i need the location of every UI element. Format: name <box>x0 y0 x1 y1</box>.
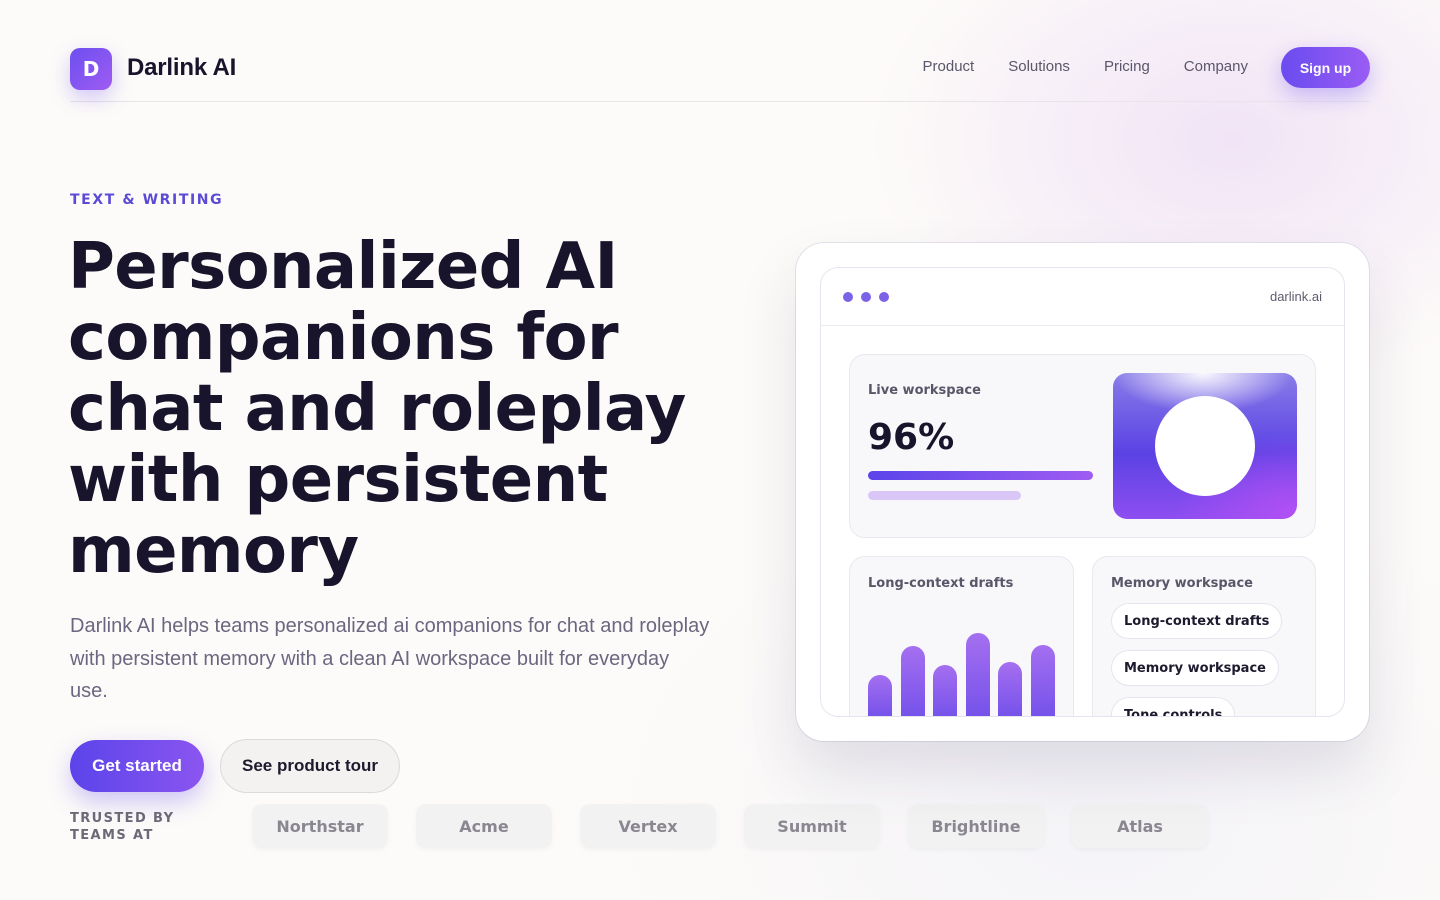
brand-name[interactable]: Darlink AI <box>127 54 236 82</box>
customer-logos: Northstar Acme Vertex Summit Brightline … <box>252 804 1208 848</box>
customer-logo-vertex: Vertex <box>580 804 716 848</box>
progress-bar-primary <box>868 471 1093 480</box>
customer-logo-summit: Summit <box>744 804 880 848</box>
live-workspace-title: Live workspace <box>868 383 981 398</box>
site-header: D Darlink AI Product Solutions Pricing C… <box>70 46 1370 102</box>
get-started-button[interactable]: Get started <box>70 740 204 792</box>
workspace-visual-image <box>1113 373 1297 519</box>
hero-eyebrow: TEXT & WRITING <box>70 192 224 208</box>
nav-item-pricing[interactable]: Pricing <box>1104 58 1150 75</box>
brand-logo-icon[interactable]: D <box>70 48 112 90</box>
drafts-chart-bar <box>998 662 1022 716</box>
customer-logo-northstar: Northstar <box>252 804 388 848</box>
drafts-chart-bar <box>868 675 892 716</box>
hero-subcopy: Darlink AI helps teams personalized ai c… <box>70 615 710 702</box>
long-context-drafts-card: Long-context drafts <box>849 556 1074 716</box>
trusted-by-label: TRUSTED BY TEAMS AT <box>70 811 175 843</box>
window-dot-icon <box>861 292 871 302</box>
product-mockup: darlink.ai Live workspace 96% Long-conte… <box>796 243 1369 741</box>
sign-up-button[interactable]: Sign up <box>1281 47 1370 88</box>
product-tour-button[interactable]: See product tour <box>220 739 400 793</box>
live-workspace-card: Live workspace 96% <box>849 354 1316 538</box>
drafts-chart-bar <box>933 665 957 716</box>
drafts-chart-bar <box>901 646 925 716</box>
nav-item-product[interactable]: Product <box>923 58 975 75</box>
nav-item-company[interactable]: Company <box>1184 58 1248 75</box>
window-dot-icon <box>879 292 889 302</box>
progress-bar-secondary <box>868 491 1021 500</box>
circle-graphic <box>1155 396 1255 496</box>
memory-card-title: Memory workspace <box>1111 576 1253 591</box>
customer-logo-atlas: Atlas <box>1072 804 1208 848</box>
mockup-titlebar: darlink.ai <box>821 268 1344 326</box>
memory-pill-long-context[interactable]: Long-context drafts <box>1111 603 1283 639</box>
mockup-url: darlink.ai <box>1269 289 1322 304</box>
drafts-chart-bar <box>966 633 990 716</box>
live-workspace-stat: 96% <box>868 417 955 458</box>
drafts-chart-bar <box>1031 645 1055 716</box>
memory-pill-memory-workspace[interactable]: Memory workspace <box>1111 650 1279 686</box>
memory-workspace-card: Memory workspace Long-context drafts Mem… <box>1092 556 1316 716</box>
memory-pill-tone-controls[interactable]: Tone controls <box>1111 697 1236 716</box>
mockup-window: darlink.ai Live workspace 96% Long-conte… <box>820 267 1345 717</box>
customer-logo-acme: Acme <box>416 804 552 848</box>
customer-logo-brightline: Brightline <box>908 804 1044 848</box>
drafts-card-title: Long-context drafts <box>868 576 1014 591</box>
drafts-bar-chart <box>868 633 1058 716</box>
window-dot-icon <box>843 292 853 302</box>
hero-headline: Personalized AI companions for chat and … <box>68 230 686 588</box>
nav-item-solutions[interactable]: Solutions <box>1008 58 1070 75</box>
main-nav: Product Solutions Pricing Company <box>923 58 1248 75</box>
